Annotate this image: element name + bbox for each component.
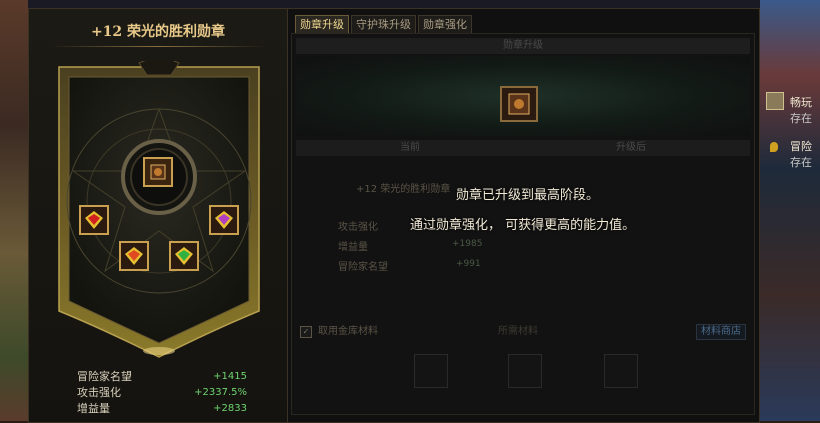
location-pin-icon (770, 142, 778, 152)
stat-row: 增益量 +2833 (77, 401, 247, 417)
badge-stats: 冒险家名望 +1415 攻击强化 +2337.5% 增益量 +2833 (77, 369, 247, 417)
tab-badge-enhance[interactable]: 勋章强化 (418, 15, 472, 35)
red-gem-icon[interactable] (79, 205, 109, 235)
badge-emblem-icon (500, 86, 538, 122)
green-gem-icon[interactable] (169, 241, 199, 271)
game-world-left (0, 0, 28, 421)
stat-label: 攻击强化 (77, 386, 121, 399)
stat-row: 冒险家名望 +1415 (77, 369, 247, 385)
stat-label: 攻击强化 (338, 222, 378, 233)
game-world-right (760, 0, 820, 421)
tab-orb-upgrade[interactable]: 守护珠升级 (351, 15, 416, 35)
quest-title[interactable]: 畅玩 (790, 94, 812, 110)
stat-label: 冒险家名望 (338, 262, 388, 273)
red-gem-icon[interactable] (119, 241, 149, 271)
quest-title[interactable]: 冒险 (790, 138, 812, 154)
badge-preview-panel: +12 荣光的胜利勋章 冒险家名望 +1415 攻击强化 +2337.5% 增益… (29, 9, 288, 422)
max-level-message: 勋章已升级到最高阶段。 (456, 188, 600, 203)
quest-sub: 存在 (790, 156, 812, 169)
stat-value: +1985 (452, 239, 483, 249)
use-warehouse-label: 取用金库材料 (318, 326, 378, 337)
col-current: 当前 (400, 142, 420, 153)
stat-value: +2833 (213, 403, 247, 414)
material-slot (604, 354, 638, 388)
stat-value: +2337.5% (194, 387, 247, 398)
material-shop-button[interactable]: 材料商店 (696, 324, 746, 340)
title-divider (49, 46, 267, 47)
section-header: 勋章升级 (296, 38, 750, 54)
stat-value: +1415 (213, 371, 247, 382)
purple-gem-icon[interactable] (209, 205, 239, 235)
badge-emblem-icon[interactable] (143, 157, 173, 187)
required-materials-label: 所需材料 (498, 326, 538, 337)
compare-headers: 当前 升级后 (296, 140, 750, 156)
stat-row: 攻击强化 +2337.5% (77, 385, 247, 401)
upgrade-panel: 勋章升级 当前 升级后 +12 荣光的胜利勋章 攻击强化 增益量 +1985 冒… (291, 33, 755, 415)
material-slot (414, 354, 448, 388)
use-warehouse-checkbox[interactable]: ✓ (300, 326, 312, 338)
badge-title: +12 荣光的胜利勋章 (90, 24, 226, 40)
current-badge-name: +12 荣光的胜利勋章 (356, 184, 451, 195)
stat-value: +991 (456, 259, 481, 269)
upgrade-tabs: 勋章升级 守护珠升级 勋章强化 (295, 15, 472, 35)
stat-label: 冒险家名望 (77, 370, 132, 383)
scroll-icon (766, 92, 784, 110)
stat-label: 增益量 (338, 242, 368, 253)
stat-label: 增益量 (77, 402, 110, 415)
quest-sub: 存在 (790, 112, 812, 125)
badge-upgrade-window: +12 荣光的胜利勋章 冒险家名望 +1415 攻击强化 +2337.5% 增益… (28, 8, 760, 423)
material-bar: ✓ 取用金库材料 所需材料 材料商店 (296, 324, 750, 340)
enhance-hint-message: 通过勋章强化， 可获得更高的能力值。 (410, 218, 636, 233)
col-next: 升级后 (616, 142, 646, 153)
tab-badge-upgrade[interactable]: 勋章升级 (295, 15, 349, 35)
material-slot (508, 354, 542, 388)
